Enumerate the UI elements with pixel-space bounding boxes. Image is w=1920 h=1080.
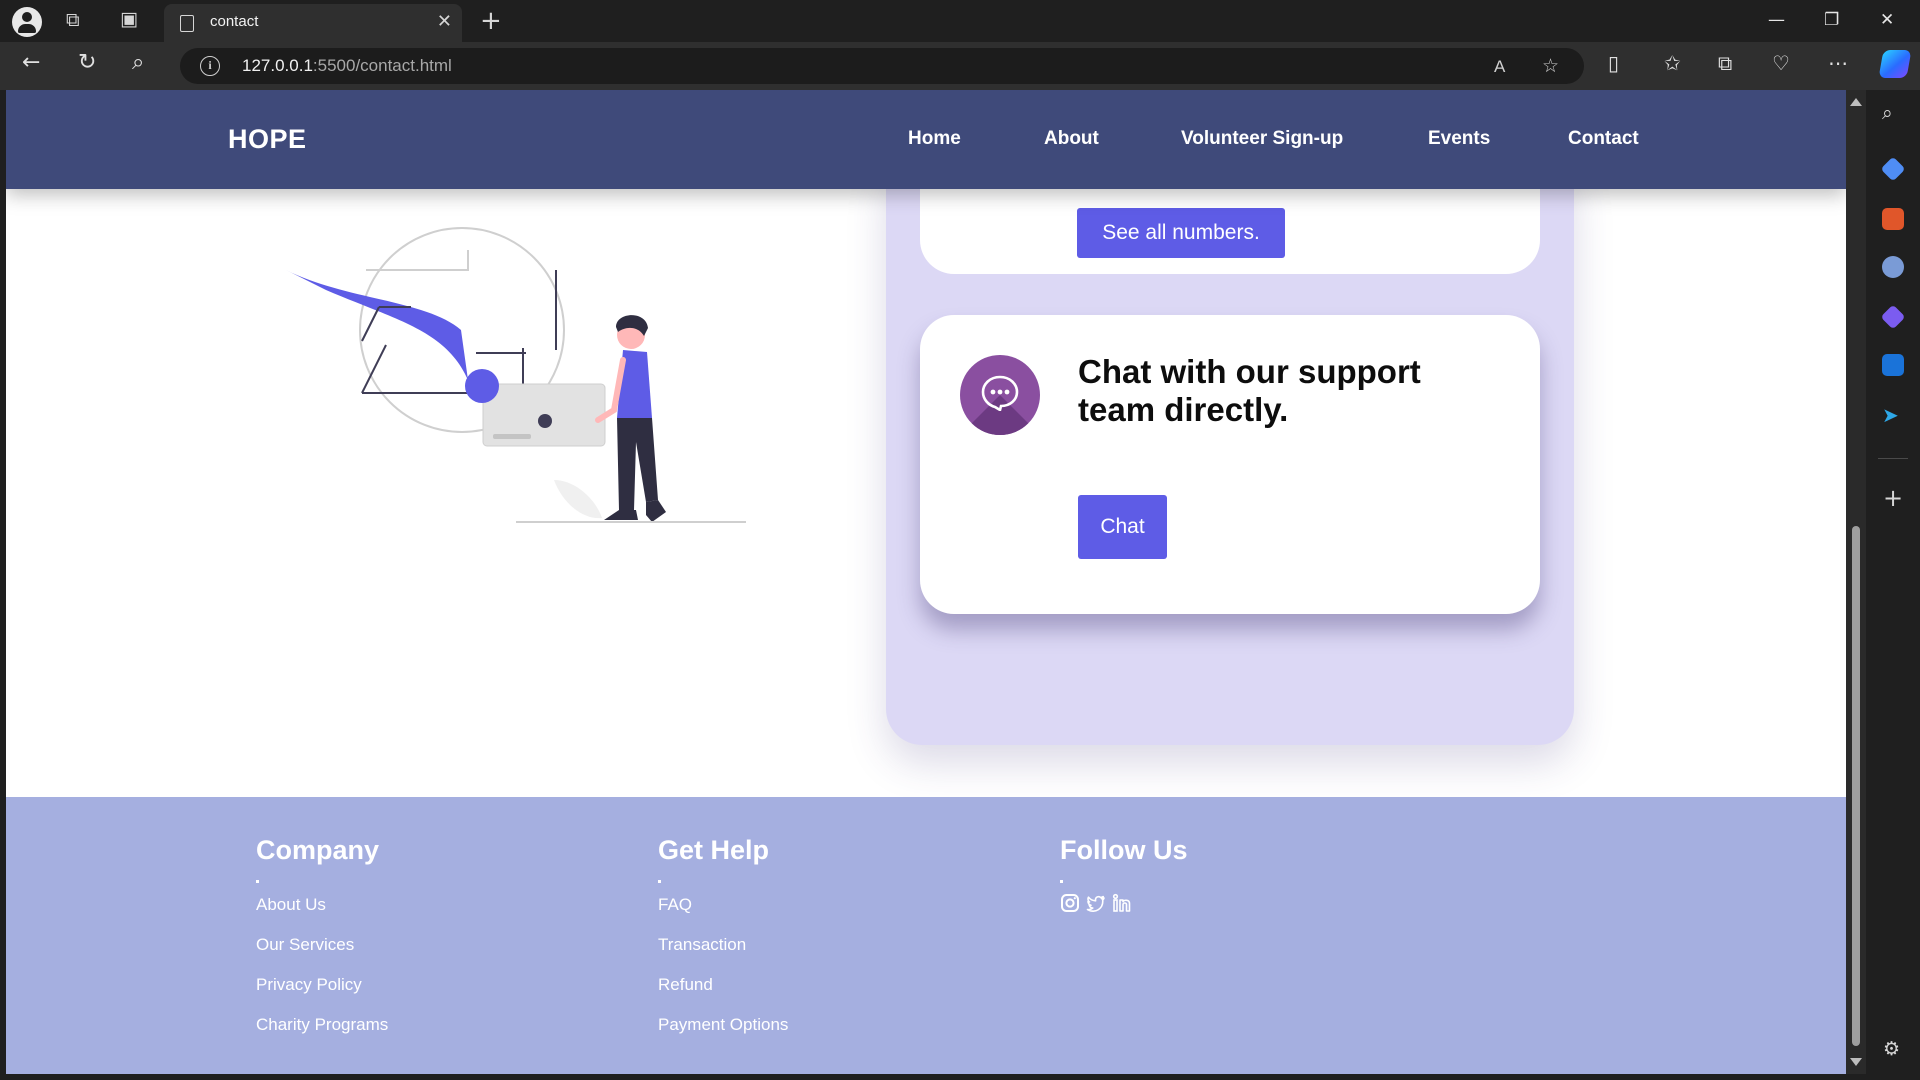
footer-link-refund[interactable]: Refund (658, 973, 788, 1013)
address-toolbar: ← ↻ ⌕ i 127.0.0.1:5500/contact.html A ☆ … (0, 42, 1920, 90)
restore-icon[interactable]: ❐ (1824, 10, 1839, 30)
site-logo[interactable]: HOPE (228, 124, 307, 155)
read-aloud-icon[interactable]: A (1494, 57, 1505, 77)
page-scrollbar[interactable] (1846, 90, 1866, 1074)
footer-link-privacy-policy[interactable]: Privacy Policy (256, 973, 388, 1013)
favorites-icon[interactable]: ✩ (1664, 53, 1681, 73)
footer-heading: Company (256, 835, 380, 865)
tools-icon[interactable] (1882, 208, 1904, 230)
window-bottom-edge (0, 1074, 1866, 1080)
scroll-up-arrow-icon[interactable] (1850, 98, 1862, 106)
sidebar-search-icon[interactable]: ⌕ (1882, 104, 1893, 123)
favorite-star-icon[interactable]: ☆ (1542, 55, 1559, 77)
chat-icon (960, 355, 1040, 435)
nav-link-home[interactable]: Home (908, 128, 961, 150)
footer-link-payment-options[interactable]: Payment Options (658, 1013, 788, 1053)
add-sidebar-app-icon[interactable]: + (1883, 486, 1903, 510)
office-icon[interactable] (1880, 304, 1906, 330)
contact-illustration (286, 227, 746, 523)
tab-actions-icon[interactable]: ▣ (120, 10, 138, 29)
scroll-down-arrow-icon[interactable] (1850, 1058, 1862, 1066)
workspaces-icon[interactable]: ⧉ (66, 11, 80, 30)
edge-sidebar: ⌕ ➤ + ⚙ (1866, 90, 1920, 1080)
games-icon[interactable] (1882, 256, 1904, 278)
nav-link-about[interactable]: About (1044, 128, 1099, 150)
browser-tab-active[interactable]: contact ✕ (164, 4, 462, 42)
search-icon[interactable]: ⌕ (132, 52, 144, 74)
url-text[interactable]: 127.0.0.1:5500/contact.html (242, 56, 452, 76)
copilot-icon[interactable] (1878, 50, 1912, 78)
page-icon (180, 15, 194, 32)
footer-link-faq[interactable]: FAQ (658, 893, 788, 933)
footer-link-about-us[interactable]: About Us (256, 893, 388, 933)
minimize-icon[interactable]: — (1768, 10, 1785, 30)
split-screen-icon[interactable]: ▯ (1608, 53, 1619, 73)
site-footer: Company About Us Our Services Privacy Po… (6, 797, 1846, 1074)
browser-tab-bar: ⧉ ▣ contact ✕ + — ❐ ✕ (0, 0, 1920, 42)
site-navbar: HOPE Home About Volunteer Sign-up Events… (6, 90, 1846, 189)
site-info-icon[interactable]: i (200, 56, 220, 76)
see-all-numbers-button[interactable]: See all numbers. (1077, 208, 1285, 258)
address-bar[interactable]: i 127.0.0.1:5500/contact.html A ☆ (180, 48, 1584, 84)
social-links (1060, 893, 1188, 913)
more-menu-icon[interactable]: ⋯ (1828, 53, 1848, 73)
shopping-tag-icon[interactable] (1880, 156, 1906, 182)
sidebar-settings-gear-icon[interactable]: ⚙ (1883, 1040, 1900, 1059)
twitter-icon[interactable] (1086, 893, 1106, 913)
send-icon[interactable]: ➤ (1882, 404, 1904, 426)
scrollbar-thumb[interactable] (1852, 526, 1860, 1046)
tab-title: contact (210, 13, 259, 30)
back-icon[interactable]: ← (22, 52, 40, 74)
close-window-icon[interactable]: ✕ (1880, 10, 1894, 30)
new-tab-icon[interactable]: + (480, 8, 502, 34)
chat-card: Chat with our support team directly. Cha… (920, 315, 1540, 614)
footer-divider (1060, 880, 1063, 883)
footer-column-follow-us: Follow Us (1060, 835, 1188, 913)
footer-divider (256, 880, 259, 883)
sidebar-divider (1878, 458, 1908, 459)
nav-link-contact[interactable]: Contact (1568, 128, 1639, 150)
linkedin-icon[interactable] (1112, 893, 1132, 913)
refresh-icon[interactable]: ↻ (78, 52, 96, 74)
nav-link-events[interactable]: Events (1428, 128, 1490, 150)
chat-card-title: Chat with our support team directly. (1078, 353, 1421, 428)
profile-avatar-icon[interactable] (12, 7, 42, 37)
browser-essentials-icon[interactable]: ♡ (1772, 53, 1790, 73)
footer-heading: Get Help (658, 835, 770, 865)
footer-column-get-help: Get Help FAQ Transaction Refund Payment … (658, 835, 788, 1053)
footer-link-our-services[interactable]: Our Services (256, 933, 388, 973)
footer-link-charity-programs[interactable]: Charity Programs (256, 1013, 388, 1053)
close-tab-icon[interactable]: ✕ (437, 11, 452, 32)
page-viewport: HOPE Home About Volunteer Sign-up Events… (6, 90, 1846, 1074)
instagram-icon[interactable] (1060, 893, 1080, 913)
footer-divider (658, 880, 661, 883)
outlook-icon[interactable] (1882, 354, 1904, 376)
nav-link-volunteer[interactable]: Volunteer Sign-up (1181, 128, 1343, 150)
collections-icon[interactable]: ⧉ (1718, 53, 1732, 73)
footer-link-transaction[interactable]: Transaction (658, 933, 788, 973)
footer-column-company: Company About Us Our Services Privacy Po… (256, 835, 388, 1053)
chat-button[interactable]: Chat (1078, 495, 1167, 559)
footer-heading: Follow Us (1060, 835, 1188, 865)
